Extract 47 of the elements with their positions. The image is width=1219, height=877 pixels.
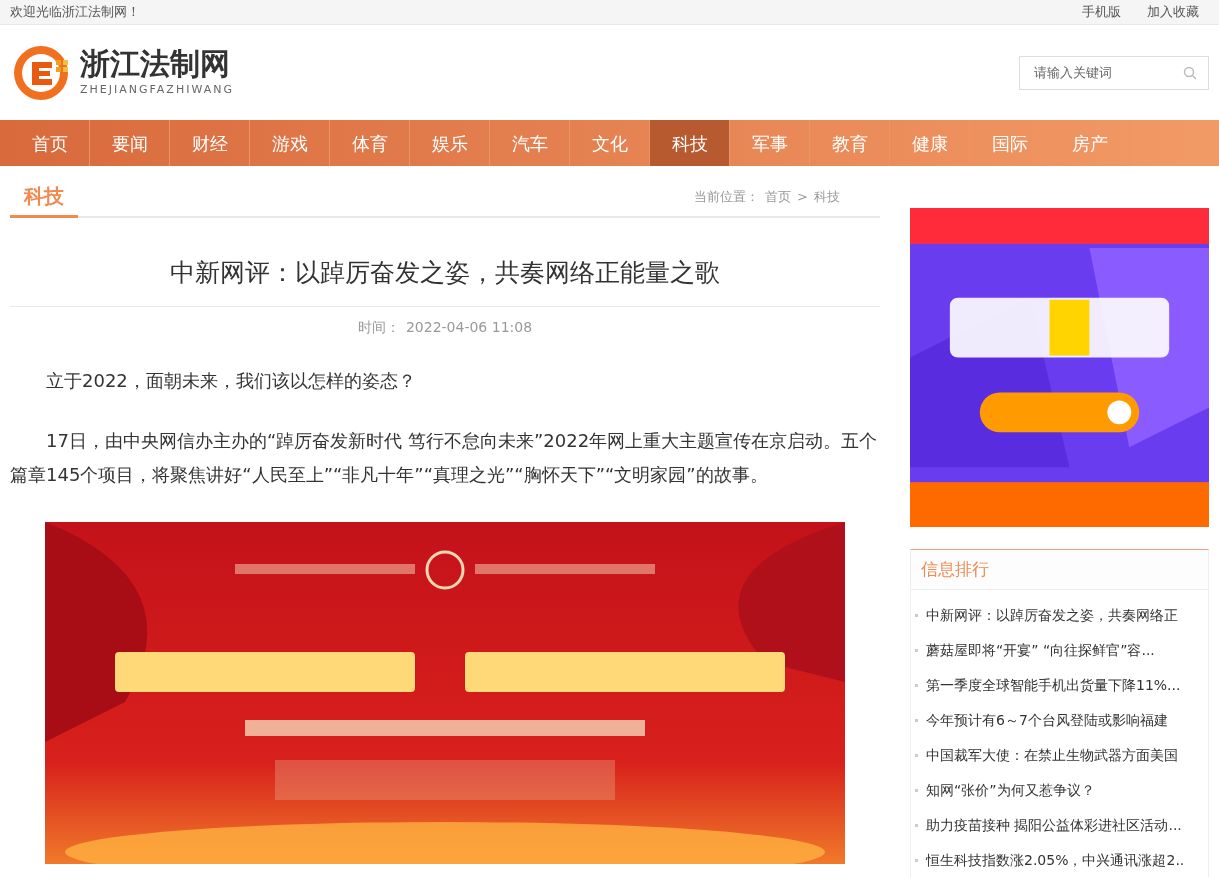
- bullet-icon: [915, 649, 918, 652]
- ranking-link[interactable]: 助力疫苗接种 揭阳公益体彩进社区活动...: [926, 815, 1182, 836]
- ranking-link[interactable]: 中新网评：以踔厉奋发之姿，共奏网络正: [926, 605, 1178, 626]
- nav-tab[interactable]: 科技: [650, 120, 730, 166]
- nav-tab[interactable]: 国际: [970, 120, 1050, 166]
- nav-tab[interactable]: 军事: [730, 120, 810, 166]
- article-title: 中新网评：以踔厉奋发之姿，共奏网络正能量之歌: [10, 218, 880, 307]
- top-link[interactable]: 手机版: [1082, 2, 1121, 22]
- bullet-icon: [915, 684, 918, 687]
- ranking-title: 信息排行: [921, 557, 989, 581]
- bullet-icon: [915, 789, 918, 792]
- nav-tab[interactable]: 房产: [1050, 120, 1130, 166]
- logo-subtitle: ZHEJIANGFAZHIWANG: [80, 82, 234, 99]
- ranking-link[interactable]: 恒生科技指数涨2.05%，中兴通讯涨超2..: [926, 850, 1185, 871]
- welcome-text: 欢迎光临浙江法制网！: [10, 3, 140, 22]
- breadcrumb-label: 当前位置：: [694, 187, 760, 206]
- ranking-link[interactable]: 第一季度全球智能手机出货量下降11%...: [926, 675, 1181, 696]
- nav-tab[interactable]: 教育: [810, 120, 890, 166]
- bullet-icon: [915, 859, 918, 862]
- top-link[interactable]: 加入收藏: [1147, 2, 1199, 22]
- nav-tab[interactable]: 娱乐: [410, 120, 490, 166]
- nav-tab[interactable]: 游戏: [250, 120, 330, 166]
- nav-tab[interactable]: 财经: [170, 120, 250, 166]
- time-label: 时间：: [357, 317, 400, 337]
- bullet-icon: [915, 754, 918, 757]
- ranking-link[interactable]: 蘑菇屋即将“开宴” “向往探鲜官”容...: [926, 640, 1155, 661]
- nav-tab[interactable]: 要闻: [90, 120, 170, 166]
- breadcrumb-link[interactable]: 科技: [814, 186, 840, 206]
- search-icon[interactable]: [1183, 65, 1197, 80]
- ranking-link[interactable]: 今年预计有6～7个台风登陆或影响福建: [926, 710, 1168, 731]
- nav-tab[interactable]: 体育: [330, 120, 410, 166]
- bullet-icon: [915, 824, 918, 827]
- article-paragraph: 17日，由中央网信办主办的“踔厉奋发新时代 笃行不怠向未来”2022年网上重大主题宣传在京启动。五个篇章145个项目，将聚焦讲好“人民至上”“非凡十年”“真理之光”“胸怀天下”“文明家园”的故事。: [10, 428, 879, 487]
- bullet-icon: [915, 719, 918, 722]
- publish-time: 2022-04-06 11:08: [405, 317, 533, 337]
- article-paragraph: 立于2022，面朝未来，我们该以怎样的姿态？: [45, 368, 417, 393]
- section-title: 科技: [10, 181, 78, 218]
- nav-tab[interactable]: 健康: [890, 120, 970, 166]
- ranking-link[interactable]: 知网“张价”为何又惹争议？: [926, 780, 1095, 801]
- nav-tab[interactable]: 汽车: [490, 120, 570, 166]
- breadcrumb-link[interactable]: 首页: [765, 186, 792, 206]
- bullet-icon: [915, 614, 918, 617]
- ranking-link[interactable]: 中国裁军大使：在禁止生物武器方面美国: [926, 745, 1178, 766]
- search-field[interactable]: 请输入关键词: [1019, 55, 1209, 90]
- nav-tab[interactable]: 首页: [10, 120, 90, 166]
- logo-title: 浙江法制网: [80, 46, 231, 83]
- breadcrumb-separator: >: [797, 187, 808, 206]
